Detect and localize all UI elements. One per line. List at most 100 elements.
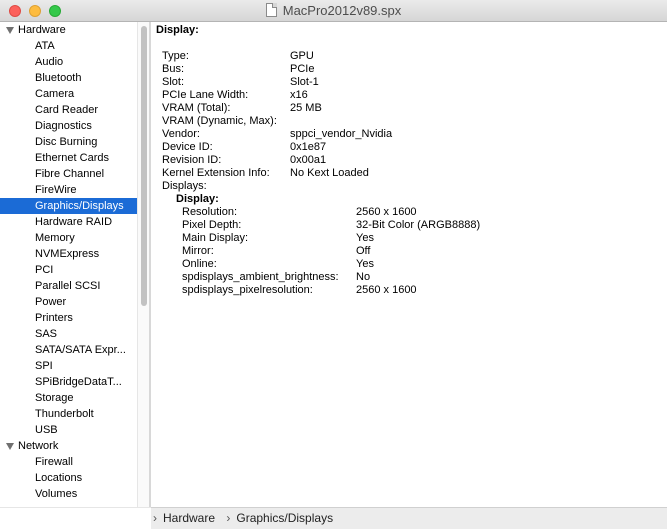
sidebar-item-usb[interactable]: USB [0,422,137,438]
property-row: Bus: PCIe [151,63,667,76]
sidebar-item-nvmexpress[interactable]: NVMExpress [0,246,137,262]
sidebar-item-ata[interactable]: ATA [0,38,137,54]
property-label: Type: [162,50,189,62]
property-label: Device ID: [162,141,213,153]
detail-pane: Display: Type: GPU Bus: PCIe Slot: Slot-1 PCIe… [151,22,667,507]
display-property-row: spdisplays_pixelresolution: 2560 x 1600 [151,284,667,297]
sidebar-item-graphics-displays[interactable]: Graphics/Displays [0,198,137,214]
sidebar-item-label: Card Reader [35,104,98,116]
sidebar-item-label: Fibre Channel [35,168,105,180]
property-row: Displays: [151,180,667,193]
sidebar-item-sata-sata-expr[interactable]: SATA/SATA Expr... [0,342,137,358]
display-property-label: spdisplays_pixelresolution: [182,284,313,296]
sidebar-item-spi[interactable]: SPI [0,358,137,374]
property-label: Vendor: [162,128,200,140]
path-crumb-hardware[interactable]: Hardware [163,508,215,529]
property-value: GPU [290,50,314,62]
sidebar-item-diagnostics[interactable]: Diagnostics [0,118,137,134]
sidebar-item-audio[interactable]: Audio [0,54,137,70]
detail-heading: Display: [156,24,199,36]
window-title: MacPro2012v89.spx [282,3,402,18]
display-property-value: Yes [356,258,374,270]
sidebar-item-label: Bluetooth [35,72,82,84]
sidebar-group-network[interactable]: Network [0,438,137,454]
property-row: PCIe Lane Width: x16 [151,89,667,102]
sidebar-item-parallel-scsi[interactable]: Parallel SCSI [0,278,137,294]
sidebar-item-thunderbolt[interactable]: Thunderbolt [0,406,137,422]
sidebar-item-label: SPiBridgeDataT... [35,376,122,388]
display-property-label: Mirror: [182,245,214,257]
property-label: Slot: [162,76,185,88]
display-property-label: Resolution: [182,206,238,218]
sidebar-item-camera[interactable]: Camera [0,86,137,102]
property-value: Slot-1 [290,76,319,88]
property-row: Type: GPU [151,50,667,63]
path-chevron-icon: › [153,511,157,525]
sidebar-scrollbar[interactable] [137,22,149,507]
display-property-value: 2560 x 1600 [356,284,417,296]
sidebar-item-firewall[interactable]: Firewall [0,454,137,470]
disclosure-triangle-icon[interactable] [6,27,14,34]
property-row: Slot: Slot-1 [151,76,667,89]
sidebar-item-label: Locations [35,472,83,484]
sidebar-item-label: Power [35,296,67,308]
sidebar-item-label: Volumes [35,488,78,500]
sidebar-item-storage[interactable]: Storage [0,390,137,406]
sidebar-item-label: SPI [35,360,53,372]
display-property-value: 2560 x 1600 [356,206,417,218]
property-row: Revision ID: 0x00a1 [151,154,667,167]
sidebar-item-bluetooth[interactable]: Bluetooth [0,70,137,86]
property-value: 0x1e87 [290,141,327,153]
sidebar-item-label: SATA/SATA Expr... [35,344,126,356]
sidebar-group-hardware[interactable]: Hardware [0,22,137,38]
sidebar-item-locations[interactable]: Locations [0,470,137,486]
sidebar-item-sas[interactable]: SAS [0,326,137,342]
display-property-label: Online: [182,258,217,270]
sidebar-item-volumes[interactable]: Volumes [0,486,137,502]
property-row: Vendor: sppci_vendor_Nvidia [151,128,667,141]
sidebar-item-card-reader[interactable]: Card Reader [0,102,137,118]
sidebar-item-label: Parallel SCSI [35,280,101,292]
sidebar-item-label: Camera [35,88,75,100]
sidebar-item-ethernet-cards[interactable]: Ethernet Cards [0,150,137,166]
sidebar-scrollbar-thumb[interactable] [141,26,147,306]
property-label: Bus: [162,63,185,75]
display-property-value: 32-Bit Color (ARGB8888) [356,219,481,231]
display-property-row: Main Display: Yes [151,232,667,245]
sidebar-item-spibridgedatat[interactable]: SPiBridgeDataT... [0,374,137,390]
title-bar: MacPro2012v89.spx [0,0,667,22]
property-row: VRAM (Total): 25 MB [151,102,667,115]
sidebar-item-power[interactable]: Power [0,294,137,310]
sidebar-item-hardware-raid[interactable]: Hardware RAID [0,214,137,230]
sidebar-item-pci[interactable]: PCI [0,262,137,278]
property-row: Device ID: 0x1e87 [151,141,667,154]
sidebar-item-label: Memory [35,232,75,244]
sidebar-item-memory[interactable]: Memory [0,230,137,246]
property-value: x16 [290,89,308,101]
sidebar-item-label: Storage [35,392,74,404]
sidebar-item-label: NVMExpress [35,248,100,260]
sidebar-item-label: Firewall [35,456,73,468]
property-value: No Kext Loaded [290,167,369,179]
sidebar-item-firewire[interactable]: FireWire [0,182,137,198]
path-crumb-graphics-displays[interactable]: Graphics/Displays [236,508,333,529]
document-icon[interactable] [265,3,277,17]
sidebar: Hardware ATA Audio Bluetooth Camera Card Read… [0,22,149,507]
sidebar-item-printers[interactable]: Printers [0,310,137,326]
property-label: VRAM (Dynamic, Max): [162,115,277,127]
display-property-row: Online: Yes [151,258,667,271]
property-value: 25 MB [290,102,322,114]
display-property-value: Off [356,245,371,257]
sidebar-item-label: Printers [35,312,73,324]
sidebar-item-label: Ethernet Cards [35,152,109,164]
property-label: Revision ID: [162,154,222,166]
property-value: 0x00a1 [290,154,327,166]
property-row: VRAM (Dynamic, Max): [151,115,667,128]
property-label: Kernel Extension Info: [162,167,270,179]
disclosure-triangle-icon[interactable] [6,443,14,450]
sidebar-item-disc-burning[interactable]: Disc Burning [0,134,137,150]
sidebar-item-fibre-channel[interactable]: Fibre Channel [0,166,137,182]
property-label: Displays: [162,180,207,192]
display-property-row: spdisplays_ambient_brightness: No [151,271,667,284]
display-property-label: Pixel Depth: [182,219,242,231]
